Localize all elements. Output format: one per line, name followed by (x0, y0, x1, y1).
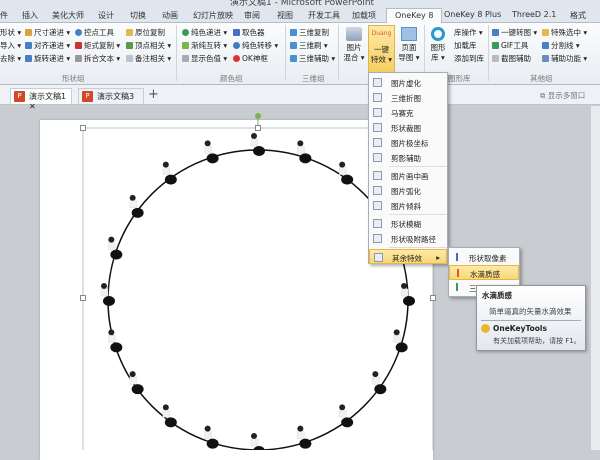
figure-image (372, 371, 387, 395)
submenu-item[interactable]: 水滴质感 (449, 265, 519, 280)
menu-item[interactable]: 图片虚化 (369, 75, 447, 90)
effect-icon (373, 123, 382, 132)
effect-icon (373, 219, 382, 228)
label: 形状模糊 (391, 220, 421, 229)
resize-handle (255, 125, 261, 131)
help-icon (481, 324, 490, 333)
figure-image (339, 161, 354, 185)
figure-image (204, 140, 219, 164)
tooltip-title: 水滴质感 (482, 291, 512, 300)
menu-item[interactable]: 形状吸附路径 (369, 231, 447, 246)
label: 剪影辅助 (391, 154, 421, 163)
label: 其余特效 (392, 254, 422, 263)
effect-icon (373, 108, 382, 117)
label: 形状裁图 (391, 124, 421, 133)
effect-icon (456, 253, 458, 261)
menu-item[interactable]: 形状模糊 (369, 216, 447, 231)
menu-item[interactable]: 图片弧化 (369, 183, 447, 198)
menu-divider (389, 214, 447, 215)
menu-item[interactable]: 图片倾斜 (369, 198, 447, 213)
menu-item[interactable]: 其余特效 ▸ (369, 249, 447, 264)
resize-handle (430, 295, 436, 301)
tooltip-help: 有关加载项帮助，请按 F1。 (493, 337, 581, 345)
label: 图片倾斜 (391, 202, 421, 211)
menu-divider (389, 166, 447, 167)
label: 图片弧化 (391, 187, 421, 196)
menu-divider (389, 247, 447, 248)
rotation-handle (255, 113, 261, 119)
effect-icon (373, 153, 382, 162)
figure-image (297, 425, 312, 449)
tooltip-description: 简单逼真的矢量水滴效果 (489, 307, 572, 316)
figure-image (250, 133, 265, 156)
circle-path (107, 149, 409, 450)
slide-artwork (80, 113, 436, 450)
submenu-arrow-icon: ▸ (436, 253, 440, 262)
label: 图片虚化 (391, 79, 421, 88)
effect-icon (373, 186, 382, 195)
effect-icon (373, 234, 382, 243)
effect-icon (373, 201, 382, 210)
figure-image (129, 371, 144, 395)
effect-icon (457, 269, 459, 277)
menu-item[interactable]: 图片极坐标 (369, 135, 447, 150)
figure-image (297, 140, 312, 164)
menu-item[interactable]: 马赛克 (369, 105, 447, 120)
effect-icon (373, 78, 382, 87)
effect-icon (456, 283, 458, 291)
figure-image (204, 425, 219, 449)
menu-item[interactable]: 图片画中画 (369, 168, 447, 183)
label: 形状取像素 (469, 254, 507, 263)
effect-icon (374, 253, 383, 262)
figure-image (162, 404, 177, 428)
figure-image (162, 161, 177, 185)
figure-image (250, 433, 265, 450)
label: 水滴质感 (470, 270, 500, 279)
menu-item[interactable]: 形状裁图 (369, 120, 447, 135)
label: 马赛克 (391, 109, 414, 118)
figure-image (108, 329, 123, 353)
effect-icon (373, 93, 382, 102)
figure-image (393, 329, 408, 353)
menu-item[interactable]: 三维折图 (369, 90, 447, 105)
effect-icon (373, 138, 382, 147)
tooltip-app: OneKeyTools (493, 324, 547, 333)
label: 图片极坐标 (391, 139, 429, 148)
submenu-item[interactable]: 形状取像素 (449, 250, 519, 265)
menu-item[interactable]: 剪影辅助 (369, 150, 447, 165)
effects-dropdown-menu: 图片虚化三维折图马赛克形状裁图图片极坐标剪影辅助图片画中画图片弧化图片倾斜形状模… (368, 72, 448, 264)
resize-handle (80, 125, 86, 131)
resize-handle (80, 295, 86, 301)
label: 三维折图 (391, 94, 421, 103)
divider (481, 320, 581, 321)
effect-icon (373, 171, 382, 180)
label: 图片画中画 (391, 172, 429, 181)
label: 形状吸附路径 (391, 235, 436, 244)
tooltip: 水滴质感 简单逼真的矢量水滴效果 OneKeyTools 有关加载项帮助，请按 … (476, 285, 586, 351)
